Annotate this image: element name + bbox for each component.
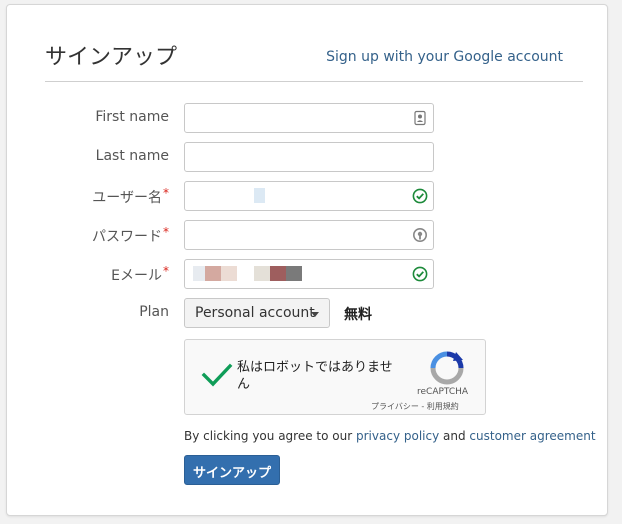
email-label: Eメール*	[111, 264, 169, 284]
password-label: パスワード*	[92, 225, 169, 245]
redacted-value	[221, 266, 237, 281]
email-field[interactable]	[184, 259, 434, 289]
recaptcha-logo-icon	[430, 351, 464, 385]
customer-agreement-link[interactable]: customer agreement	[469, 429, 595, 443]
valid-check-icon	[412, 266, 428, 282]
plan-select[interactable]: Personal account	[184, 298, 330, 328]
divider	[45, 81, 583, 82]
contact-card-icon[interactable]	[412, 110, 428, 126]
first-name-label: First name	[95, 109, 169, 125]
redacted-value	[270, 266, 286, 281]
redacted-value	[205, 266, 221, 281]
plan-label: Plan	[139, 304, 169, 320]
last-name-field[interactable]	[184, 142, 434, 172]
agreement-prefix: By clicking you agree to our	[184, 429, 353, 443]
plan-price: 無料	[344, 307, 372, 323]
agreement-conjunction: and	[443, 429, 466, 443]
plan-row: Plan Personal account 無料	[7, 298, 609, 328]
plan-selected-value: Personal account	[195, 305, 315, 321]
redacted-value	[254, 266, 270, 281]
last-name-row: Last name	[7, 142, 609, 172]
redacted-value	[193, 266, 205, 281]
first-name-field[interactable]	[184, 103, 434, 133]
password-row: パスワード*	[7, 220, 609, 250]
required-marker: *	[163, 264, 169, 278]
username-label: ユーザー名*	[92, 186, 169, 206]
captcha-brand: reCAPTCHA	[417, 387, 469, 397]
caret-down-icon	[311, 312, 319, 317]
email-row: Eメール*	[7, 259, 609, 289]
username-field[interactable]	[184, 181, 434, 211]
captcha-checkbox[interactable]	[201, 362, 233, 388]
password-field[interactable]	[184, 220, 434, 250]
privacy-policy-link[interactable]: privacy policy	[356, 429, 439, 443]
first-name-row: First name	[7, 103, 609, 133]
valid-check-icon	[412, 188, 428, 204]
redacted-value	[286, 266, 302, 281]
required-marker: *	[163, 225, 169, 239]
password-manager-icon[interactable]	[412, 227, 428, 243]
google-signup-link[interactable]: Sign up with your Google account	[326, 49, 563, 65]
page-title: サインアップ	[45, 45, 178, 70]
recaptcha-widget: 私はロボットではありません reCAPTCHA プライバシー - 利用規約	[184, 339, 486, 415]
required-marker: *	[163, 186, 169, 200]
signup-card: サインアップ Sign up with your Google account …	[6, 4, 608, 516]
captcha-label: 私はロボットではありません	[237, 360, 393, 392]
agreement-text: By clicking you agree to our privacy pol…	[184, 429, 596, 443]
last-name-label: Last name	[95, 148, 169, 164]
captcha-terms-link[interactable]: プライバシー - 利用規約	[371, 401, 459, 412]
signup-submit-button[interactable]: サインアップ	[184, 455, 280, 485]
redacted-value	[254, 188, 265, 203]
username-row: ユーザー名*	[7, 181, 609, 211]
